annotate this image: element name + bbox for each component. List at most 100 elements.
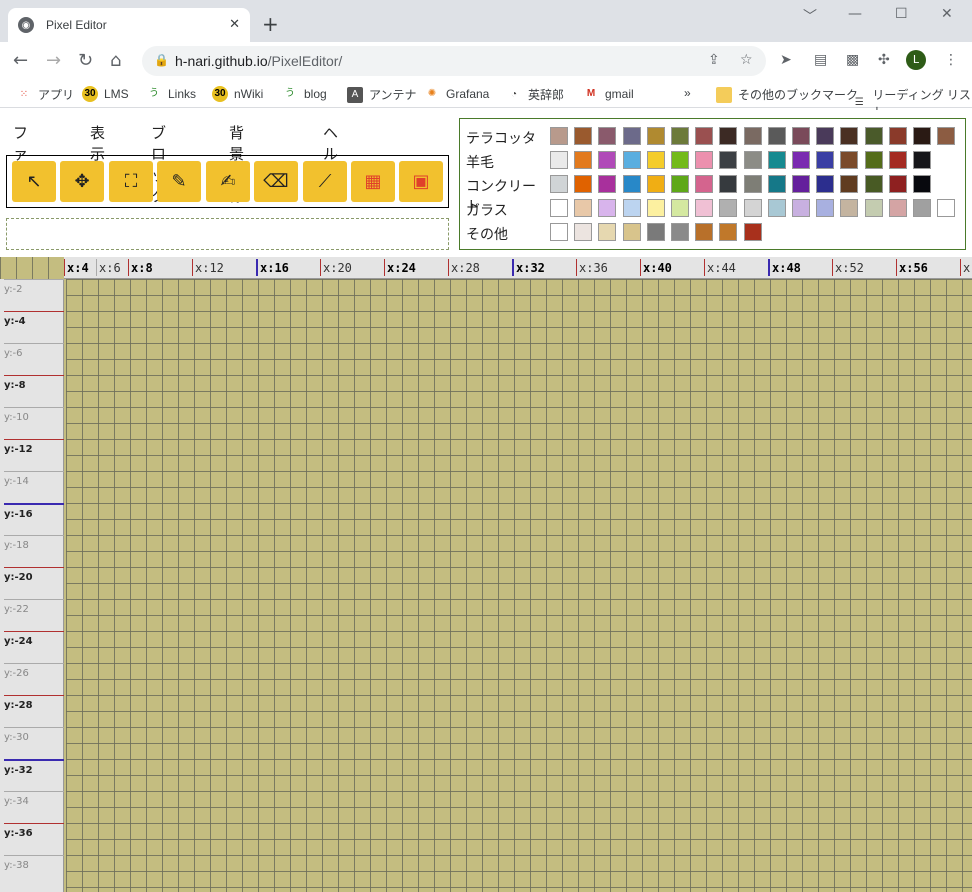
- color-swatch[interactable]: [743, 151, 762, 169]
- bookmark-gmail[interactable]: Mgmail: [583, 86, 634, 102]
- color-swatch[interactable]: [622, 175, 641, 193]
- color-swatch[interactable]: [743, 223, 762, 241]
- color-swatch[interactable]: [743, 175, 762, 193]
- color-swatch[interactable]: [671, 175, 689, 193]
- bookmark-grafana[interactable]: ✺ Grafana: [424, 86, 490, 102]
- color-swatch[interactable]: [646, 175, 665, 193]
- color-swatch[interactable]: [646, 151, 665, 169]
- color-swatch[interactable]: [598, 151, 617, 169]
- bookmark-eijiro[interactable]: ◔ 英辞郎: [506, 86, 564, 103]
- color-swatch[interactable]: [695, 199, 714, 217]
- color-swatch[interactable]: [864, 127, 883, 145]
- color-swatch[interactable]: [622, 199, 641, 217]
- color-swatch[interactable]: [598, 175, 617, 193]
- color-swatch[interactable]: [695, 151, 714, 169]
- color-swatch[interactable]: [937, 127, 956, 145]
- color-swatch[interactable]: [792, 199, 810, 217]
- color-swatch[interactable]: [598, 199, 617, 217]
- bookmark-blog[interactable]: う blog: [282, 86, 327, 102]
- color-swatch[interactable]: [574, 151, 593, 169]
- select-tool-button[interactable]: ↖: [12, 161, 56, 202]
- bookmarks-overflow-icon[interactable]: »: [684, 86, 691, 100]
- bookmark-nwiki[interactable]: 30 nWiki: [212, 86, 263, 102]
- color-swatch[interactable]: [574, 199, 593, 217]
- color-swatch[interactable]: [913, 151, 931, 169]
- address-bar[interactable]: 🔒 h-nari.github.io/PixelEditor/ ⇪ ☆: [142, 46, 766, 76]
- profile-avatar[interactable]: L: [906, 50, 926, 70]
- color-swatch[interactable]: [913, 127, 931, 145]
- color-swatch[interactable]: [719, 175, 738, 193]
- color-swatch[interactable]: [743, 199, 762, 217]
- color-swatch[interactable]: [695, 127, 714, 145]
- color-swatch[interactable]: [671, 127, 689, 145]
- maximize-icon[interactable]: ☐: [895, 6, 908, 22]
- reload-icon[interactable]: ↻: [78, 50, 93, 71]
- bookmark-antenna[interactable]: A アンテナ: [347, 86, 417, 103]
- color-swatch[interactable]: [719, 151, 738, 169]
- color-swatch[interactable]: [767, 127, 786, 145]
- color-swatch[interactable]: [671, 151, 689, 169]
- back-icon[interactable]: ←: [13, 50, 28, 71]
- close-window-icon[interactable]: ✕: [941, 6, 953, 22]
- color-swatch[interactable]: [937, 199, 956, 217]
- color-swatch[interactable]: [695, 175, 714, 193]
- bookmark-star-icon[interactable]: ☆: [740, 52, 753, 68]
- color-swatch[interactable]: [864, 175, 883, 193]
- color-swatch[interactable]: [574, 175, 593, 193]
- color-swatch[interactable]: [622, 151, 641, 169]
- color-swatch[interactable]: [767, 151, 786, 169]
- tab-close-icon[interactable]: ✕: [229, 17, 240, 32]
- color-swatch[interactable]: [767, 199, 786, 217]
- kebab-menu-icon[interactable]: ⋮: [944, 52, 958, 68]
- color-swatch[interactable]: [888, 175, 907, 193]
- color-swatch[interactable]: [864, 151, 883, 169]
- home-icon[interactable]: ⌂: [110, 50, 121, 71]
- color-swatch[interactable]: [816, 127, 835, 145]
- color-swatch[interactable]: [743, 127, 762, 145]
- color-swatch[interactable]: [864, 199, 883, 217]
- eraser-tool-button[interactable]: ⌫: [254, 161, 298, 202]
- color-swatch[interactable]: [574, 223, 593, 241]
- bookmark-links[interactable]: う Links: [146, 86, 196, 102]
- color-swatch[interactable]: [913, 199, 931, 217]
- color-swatch[interactable]: [840, 151, 859, 169]
- pencil-tool-button[interactable]: ✎: [157, 161, 201, 202]
- color-swatch[interactable]: [598, 127, 617, 145]
- extension-cursor-icon[interactable]: ➤: [780, 52, 792, 68]
- color-swatch[interactable]: [550, 127, 568, 145]
- color-swatch[interactable]: [622, 223, 641, 241]
- extension-doc-icon[interactable]: ▤: [814, 52, 827, 68]
- color-swatch[interactable]: [646, 199, 665, 217]
- color-swatch[interactable]: [719, 127, 738, 145]
- color-swatch[interactable]: [598, 223, 617, 241]
- color-swatch[interactable]: [550, 223, 568, 241]
- color-swatch[interactable]: [816, 175, 835, 193]
- color-swatch[interactable]: [671, 199, 689, 217]
- color-swatch[interactable]: [646, 127, 665, 145]
- color-swatch[interactable]: [888, 199, 907, 217]
- color-swatch[interactable]: [550, 175, 568, 193]
- pixel-canvas[interactable]: x:4 x:6 x:8 x:12 x:16 x:20 x:24 x:28 x:32 x:36 x:4…: [0, 257, 972, 892]
- background-image-button[interactable]: ▣: [399, 161, 443, 202]
- color-swatch[interactable]: [550, 151, 568, 169]
- forward-icon[interactable]: →: [46, 50, 61, 71]
- pixel-grid[interactable]: [66, 279, 972, 892]
- color-swatch[interactable]: [719, 199, 738, 217]
- color-swatch[interactable]: [840, 199, 859, 217]
- color-swatch[interactable]: [671, 223, 689, 241]
- color-swatch[interactable]: [550, 199, 568, 217]
- extension-grid-icon[interactable]: ▩: [846, 52, 859, 68]
- eyedropper-tool-button[interactable]: ⟋: [303, 161, 347, 202]
- color-swatch[interactable]: [792, 175, 810, 193]
- region-tool-button[interactable]: ⛶: [109, 161, 153, 202]
- browser-tab[interactable]: ◉ Pixel Editor ✕: [8, 8, 250, 42]
- color-swatch[interactable]: [622, 127, 641, 145]
- color-swatch[interactable]: [767, 175, 786, 193]
- extensions-puzzle-icon[interactable]: ✣: [878, 52, 890, 68]
- color-swatch[interactable]: [695, 223, 714, 241]
- color-swatch[interactable]: [646, 223, 665, 241]
- color-swatch[interactable]: [840, 127, 859, 145]
- bookmark-apps[interactable]: ⁙ アプリ: [16, 86, 74, 103]
- color-swatch[interactable]: [888, 127, 907, 145]
- bookmark-lms[interactable]: 30 LMS: [82, 86, 129, 102]
